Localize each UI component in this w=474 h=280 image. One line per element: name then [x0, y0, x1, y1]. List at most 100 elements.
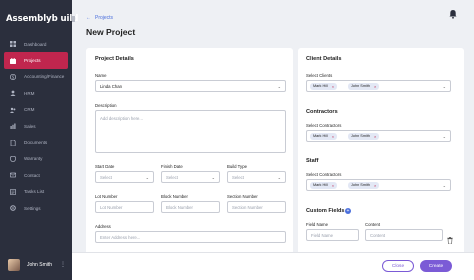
staff-tag[interactable]: Mark Hill ×	[310, 181, 338, 189]
finish-date-select[interactable]: Select ⌄	[161, 171, 220, 183]
remove-tag-icon[interactable]: ×	[374, 84, 376, 89]
chevron-down-icon: ⌄	[442, 134, 446, 139]
build-type-placeholder: Select	[232, 174, 244, 180]
notification-bell-icon[interactable]	[449, 6, 457, 19]
content-label: Content	[365, 222, 381, 227]
client-details-title: Client Details	[306, 56, 342, 62]
logo-text: Assemblyb uild	[6, 13, 79, 24]
sidebar-item-documents[interactable]: Documents	[0, 134, 72, 150]
remove-tag-icon[interactable]: ×	[332, 84, 334, 89]
address-field[interactable]: Enter Address here...	[95, 231, 286, 243]
sidebar-item-finance[interactable]: $ Accounting/Finance	[0, 69, 72, 85]
tag-label: John Smith	[351, 183, 370, 187]
remove-tag-icon[interactable]: ×	[332, 183, 334, 188]
contractor-tag[interactable]: Mark Hill ×	[310, 132, 338, 140]
block-number-label: Block Number	[161, 194, 188, 199]
sidebar-item-label: Projects	[24, 58, 41, 64]
sidebar-item-projects[interactable]: Projects	[4, 52, 68, 69]
add-custom-field-icon[interactable]: +	[345, 208, 351, 214]
field-name-input[interactable]: Field Name	[306, 229, 359, 241]
sidebar-item-label: Tasks List	[24, 189, 45, 195]
chevron-down-icon: ⌄	[277, 175, 281, 180]
chevron-down-icon: ⌄	[277, 84, 281, 89]
start-date-select[interactable]: Select ⌄	[95, 171, 154, 183]
finance-icon: $	[10, 73, 16, 80]
trash-icon[interactable]	[447, 231, 453, 245]
address-placeholder: Enter Address here...	[100, 234, 141, 240]
section-number-placeholder: Section Number	[232, 204, 263, 210]
sidebar-item-hrm[interactable]: HRM	[0, 85, 72, 101]
content-placeholder: Content	[370, 232, 386, 238]
sidebar-item-contact[interactable]: Contact	[0, 167, 72, 183]
sidebar-item-label: CRM	[24, 107, 35, 113]
sidebar-item-crm[interactable]: CRM	[0, 102, 72, 118]
start-date-label: Start Date	[95, 164, 115, 169]
remove-tag-icon[interactable]: ×	[332, 134, 334, 139]
sidebar-item-dashboard[interactable]: Dashboard	[0, 36, 72, 52]
build-type-select[interactable]: Select ⌄	[227, 171, 286, 183]
chevron-down-icon: ⌄	[442, 183, 446, 188]
custom-fields-title: Custom Fields	[306, 208, 345, 214]
sidebar-toggle-handle[interactable]	[72, 16, 75, 22]
contractors-title: Contractors	[306, 109, 338, 115]
description-placeholder: Add description here...	[100, 116, 143, 121]
sidebar-nav: Dashboard Projects $ Accounting/Finance …	[0, 36, 72, 216]
name-label: Name	[95, 73, 107, 78]
sidebar-item-warranty[interactable]: Warranty	[0, 151, 72, 167]
field-name-placeholder: Field Name	[311, 232, 333, 238]
description-textarea[interactable]: Add description here...	[95, 110, 286, 153]
breadcrumb-projects[interactable]: Projects	[95, 15, 113, 21]
lot-number-placeholder: Lot Number	[100, 204, 123, 210]
sidebar-item-label: HRM	[24, 90, 35, 96]
remove-tag-icon[interactable]: ×	[374, 134, 376, 139]
close-button[interactable]: Close	[382, 260, 414, 272]
contractor-tag[interactable]: John Smith ×	[348, 132, 380, 140]
chevron-down-icon: ⌄	[145, 175, 149, 180]
section-number-field[interactable]: Section Number	[227, 201, 286, 213]
create-button[interactable]: Create	[420, 260, 452, 272]
sidebar-item-label: Settings	[24, 205, 41, 211]
build-type-label: Build Type	[227, 164, 247, 169]
finish-date-label: Finish Date	[161, 164, 183, 169]
field-name-label: Field Name	[306, 222, 328, 227]
more-vertical-icon[interactable]: ⋮	[60, 262, 66, 268]
content-input[interactable]: Content	[365, 229, 443, 241]
remove-tag-icon[interactable]: ×	[374, 183, 376, 188]
dashboard-icon	[10, 41, 16, 48]
sidebar-item-label: Accounting/Finance	[24, 74, 65, 80]
chevron-down-icon: ⌄	[211, 175, 215, 180]
tag-label: John Smith	[351, 134, 370, 138]
user-profile[interactable]: John Smith ⋮	[0, 250, 72, 280]
finish-date-placeholder: Select	[166, 174, 178, 180]
select-staff-label: Select Contractors	[306, 172, 342, 177]
sidebar: Assemblyb uild Dashboard Projects $ Acco…	[0, 0, 78, 280]
breadcrumb[interactable]: ← Projects	[86, 15, 113, 21]
hrm-icon	[10, 90, 16, 97]
sidebar-item-label: Documents	[24, 140, 48, 146]
name-select[interactable]: Linda Chan ⌄	[95, 80, 286, 92]
sidebar-item-label: Dashboard	[24, 41, 47, 47]
staff-tag[interactable]: John Smith ×	[348, 181, 380, 189]
sidebar-item-label: Contact	[24, 172, 40, 178]
address-label: Address	[95, 224, 111, 229]
projects-icon	[10, 57, 16, 64]
contact-icon	[10, 172, 16, 178]
section-number-label: Section Number	[227, 194, 258, 199]
back-arrow-icon[interactable]: ←	[86, 15, 91, 21]
block-number-field[interactable]: Block Number	[161, 201, 220, 213]
description-label: Description	[95, 103, 117, 108]
app-logo[interactable]: Assemblyb uild	[6, 11, 78, 26]
select-clients-label: Select Clients	[306, 73, 333, 78]
sidebar-item-settings[interactable]: Settings	[0, 200, 72, 216]
documents-icon	[10, 139, 16, 146]
gear-icon	[10, 205, 16, 211]
client-tag[interactable]: John Smith ×	[348, 82, 380, 90]
client-tag[interactable]: Mark Hill ×	[310, 82, 338, 90]
sidebar-item-tasks[interactable]: Tasks List	[0, 184, 72, 200]
user-name: John Smith	[27, 262, 53, 268]
lot-number-field[interactable]: Lot Number	[95, 201, 154, 213]
tag-label: Mark Hill	[313, 183, 328, 187]
sidebar-item-label: Warranty	[24, 156, 43, 162]
block-number-placeholder: Block Number	[166, 204, 193, 210]
sidebar-item-sales[interactable]: Sales	[0, 118, 72, 134]
